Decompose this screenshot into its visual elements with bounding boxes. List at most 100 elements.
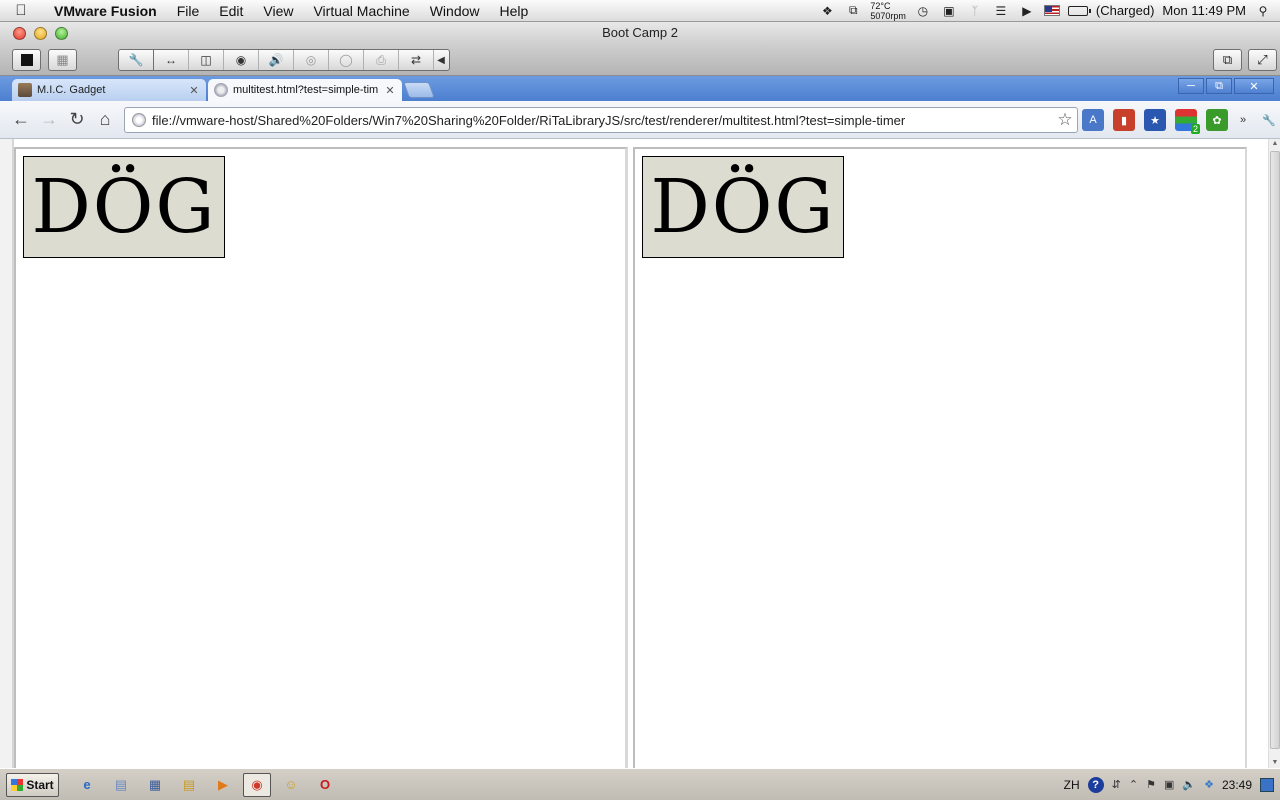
menu-edit[interactable]: Edit	[209, 3, 253, 19]
left-canvas-text: DÖG	[31, 164, 217, 250]
display-icon[interactable]: ▣	[940, 3, 958, 19]
temperature-readout[interactable]: 72°C 5070rpm	[870, 1, 906, 21]
wifi-icon[interactable]: ☰	[992, 3, 1010, 19]
scroll-down-icon[interactable]: ▼	[1271, 759, 1279, 767]
us-flag-input-icon[interactable]	[1043, 5, 1060, 16]
restore-icon[interactable]: ⧉	[1206, 78, 1232, 94]
vertical-scrollbar[interactable]: ▲ ▼	[1268, 139, 1280, 768]
windows-logo-icon	[11, 778, 24, 791]
close-icon[interactable]: ✕	[1234, 78, 1274, 94]
apple-menu-icon[interactable]: 	[0, 2, 42, 19]
spotlight-search-icon[interactable]: ⚲	[1254, 3, 1272, 19]
stop-vm-button[interactable]	[12, 49, 41, 71]
zoom-window-button[interactable]	[55, 27, 68, 40]
battery-icon[interactable]	[1067, 5, 1091, 16]
show-desktop-button[interactable]	[1260, 777, 1274, 792]
settings-wrench-icon[interactable]: 🔧	[119, 50, 154, 70]
snapshot-button[interactable]: ▦	[48, 49, 77, 71]
fullscreen-button[interactable]: ⤢	[1248, 49, 1277, 71]
address-bar[interactable]: file://vmware-host/Shared%20Folders/Win7…	[124, 107, 1078, 133]
show-hidden-icons-icon[interactable]: ⌃	[1129, 778, 1138, 791]
dropbox-tray-icon[interactable]: ❖	[1204, 778, 1214, 791]
battery-status[interactable]: (Charged)	[1096, 3, 1155, 18]
help-icon[interactable]: ?	[1087, 776, 1104, 793]
calculator-icon[interactable]: ▦	[141, 773, 169, 797]
media-player-icon[interactable]: ▶	[209, 773, 237, 797]
menu-view[interactable]: View	[253, 3, 303, 19]
opera-icon[interactable]: O	[311, 773, 339, 797]
vm-window-title: Boot Camp 2	[602, 25, 678, 40]
right-canvas-text: DÖG	[650, 164, 836, 250]
url-text[interactable]: file://vmware-host/Shared%20Folders/Win7…	[152, 113, 1053, 128]
menubar-clock[interactable]: Mon 11:49 PM	[1162, 3, 1246, 18]
menu-file[interactable]: File	[167, 3, 210, 19]
right-canvas: DÖG	[642, 156, 844, 258]
star-extension-icon[interactable]: ★	[1144, 109, 1166, 131]
chrome-taskbar-icon[interactable]: ◉	[243, 772, 271, 797]
left-canvas: DÖG	[23, 156, 225, 258]
toolbar-overflow-icon[interactable]: ◀	[434, 50, 448, 70]
vmware-status-icon[interactable]: ⧉	[844, 3, 862, 19]
hard-disk-icon[interactable]: ◫	[189, 50, 224, 70]
bluetooth-icon[interactable]: ᛉ	[966, 3, 984, 19]
messenger-icon[interactable]: ☺	[277, 773, 305, 797]
action-center-flag-icon[interactable]: ⚑	[1146, 778, 1156, 791]
tab-title: multitest.html?test=simple-tim	[233, 84, 379, 96]
close-tab-icon[interactable]: ✕	[188, 84, 200, 97]
right-test-panel: DÖG	[633, 147, 1247, 768]
tab-mic-gadget[interactable]: M.I.C. Gadget ✕	[12, 79, 206, 101]
tab-multitest[interactable]: multitest.html?test=simple-tim ✕	[208, 79, 402, 101]
printer-icon[interactable]: ⎙	[364, 50, 399, 70]
cd-dvd-icon[interactable]: ◎	[294, 50, 329, 70]
sound-icon[interactable]: 🔊	[259, 50, 294, 70]
fullscreen-icon: ⤢	[1257, 52, 1268, 67]
camera-icon[interactable]: ◉	[224, 50, 259, 70]
unity-view-button[interactable]: ⧉	[1213, 49, 1242, 71]
menu-window[interactable]: Window	[420, 3, 490, 19]
notepad-icon[interactable]: ▤	[107, 773, 135, 797]
new-tab-button[interactable]	[403, 82, 435, 98]
tab-title: M.I.C. Gadget	[37, 84, 106, 96]
close-tab-icon[interactable]: ✕	[384, 84, 396, 97]
home-icon[interactable]: ⌂	[91, 106, 119, 134]
reload-icon[interactable]: ↻	[63, 106, 91, 134]
menu-app-name[interactable]: VMware Fusion	[42, 3, 167, 19]
bookmark-star-icon[interactable]: ☆	[1053, 110, 1077, 130]
more-extensions-icon[interactable]: »	[1237, 109, 1249, 131]
sync-icon[interactable]: ⇄	[399, 50, 434, 70]
file-explorer-icon[interactable]: ▤	[175, 773, 203, 797]
network-tray-icon[interactable]: ▣	[1164, 778, 1174, 791]
leaf-extension-icon[interactable]: ✿	[1206, 109, 1228, 131]
page-favicon-icon	[214, 83, 228, 97]
menu-help[interactable]: Help	[490, 3, 539, 19]
wrench-menu-icon[interactable]: 🔧	[1258, 109, 1280, 131]
language-indicator[interactable]: ZH	[1064, 778, 1080, 792]
usb-mouse-icon[interactable]: ◯	[329, 50, 364, 70]
start-button[interactable]: Start	[6, 772, 59, 797]
translate-extension-icon[interactable]: A	[1082, 109, 1104, 131]
page-info-icon[interactable]	[132, 113, 146, 127]
forward-arrow-icon[interactable]: →	[35, 106, 63, 134]
back-arrow-icon[interactable]: ←	[7, 106, 35, 134]
volume-tray-icon[interactable]: 🔈	[1182, 778, 1196, 791]
mail-checker-extension-icon[interactable]: 2	[1175, 109, 1200, 134]
taskbar-clock[interactable]: 23:49	[1222, 778, 1252, 792]
network-icon[interactable]: ↔	[154, 50, 189, 70]
keyboard-icon[interactable]: ⇵	[1112, 778, 1121, 791]
close-window-button[interactable]	[13, 27, 26, 40]
unity-icon: ⧉	[1222, 52, 1233, 67]
time-machine-icon[interactable]: ◷	[914, 3, 932, 19]
bookmark-extension-icon[interactable]: ▮	[1113, 109, 1135, 131]
left-gutter	[0, 139, 14, 768]
menu-virtual-machine[interactable]: Virtual Machine	[303, 3, 419, 19]
extension-badge: 2	[1190, 124, 1200, 134]
minimize-window-button[interactable]	[34, 27, 47, 40]
dropbox-icon[interactable]: ❖	[818, 3, 836, 19]
start-label: Start	[26, 777, 54, 792]
internet-explorer-icon[interactable]: e	[73, 773, 101, 797]
scrollbar-thumb[interactable]	[1270, 151, 1280, 749]
volume-icon[interactable]: ▶	[1018, 3, 1036, 19]
minimize-icon[interactable]: ─	[1178, 78, 1204, 94]
left-test-panel: DÖG	[14, 147, 628, 768]
scroll-up-icon[interactable]: ▲	[1271, 140, 1279, 148]
